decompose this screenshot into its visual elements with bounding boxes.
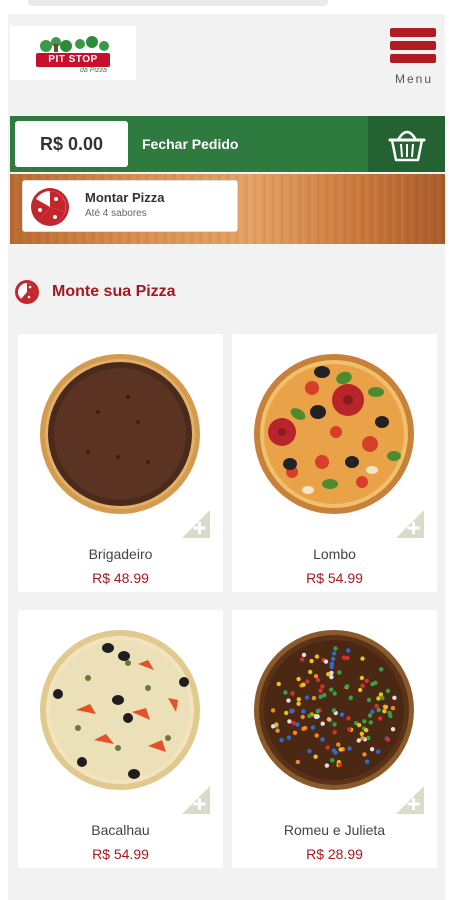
top-edge: [28, 0, 328, 6]
product-price: R$ 48.99: [92, 570, 149, 586]
product-price: R$ 54.99: [306, 570, 363, 586]
pizza-slice-icon: [31, 188, 69, 226]
app-frame: PIT STOP da Pizza Menu R$ 0.00 Fechar Pe…: [8, 14, 445, 900]
close-order-button[interactable]: Fechar Pedido: [142, 116, 238, 172]
header: PIT STOP da Pizza Menu: [8, 14, 445, 110]
product-card-brigadeiro[interactable]: Brigadeiro R$ 48.99: [18, 334, 223, 592]
pizza-image: [40, 354, 200, 514]
build-pizza-subtitle: Até 4 sabores: [85, 208, 147, 219]
order-total: R$ 0.00: [15, 121, 128, 167]
pizza-image: [40, 630, 200, 790]
logo[interactable]: PIT STOP da Pizza: [10, 26, 136, 80]
plus-icon[interactable]: [396, 510, 424, 538]
plus-icon[interactable]: [182, 510, 210, 538]
pizza-image: [254, 354, 414, 514]
product-card-romeu-e-julieta[interactable]: Romeu e Julieta R$ 28.99: [232, 610, 437, 868]
product-name: Bacalhau: [91, 822, 150, 838]
plus-icon[interactable]: [396, 786, 424, 814]
build-pizza-banner: Montar Pizza Até 4 sabores: [10, 174, 445, 244]
plus-icon[interactable]: [182, 786, 210, 814]
logo-tagline: da Pizza: [80, 67, 107, 74]
build-pizza-title: Montar Pizza: [85, 190, 165, 205]
product-card-bacalhau[interactable]: Bacalhau R$ 54.99: [18, 610, 223, 868]
menu-label: Menu: [394, 72, 434, 86]
order-bar: R$ 0.00 Fechar Pedido: [10, 116, 445, 172]
product-price: R$ 28.99: [306, 846, 363, 862]
product-card-lombo[interactable]: Lombo R$ 54.99: [232, 334, 437, 592]
product-name: Romeu e Julieta: [283, 822, 386, 838]
pizza-slice-icon: [15, 280, 39, 304]
cart-button[interactable]: [368, 116, 445, 172]
product-name: Lombo: [313, 546, 356, 562]
product-name: Brigadeiro: [88, 546, 153, 562]
menu-button[interactable]: Menu: [386, 26, 442, 86]
pizza-image: [254, 630, 414, 790]
basket-icon: [388, 130, 426, 162]
build-pizza-button[interactable]: Montar Pizza Até 4 sabores: [22, 180, 238, 232]
logo-name: PIT STOP: [36, 53, 110, 67]
section-title: Monte sua Pizza: [52, 283, 176, 300]
product-price: R$ 54.99: [92, 846, 149, 862]
